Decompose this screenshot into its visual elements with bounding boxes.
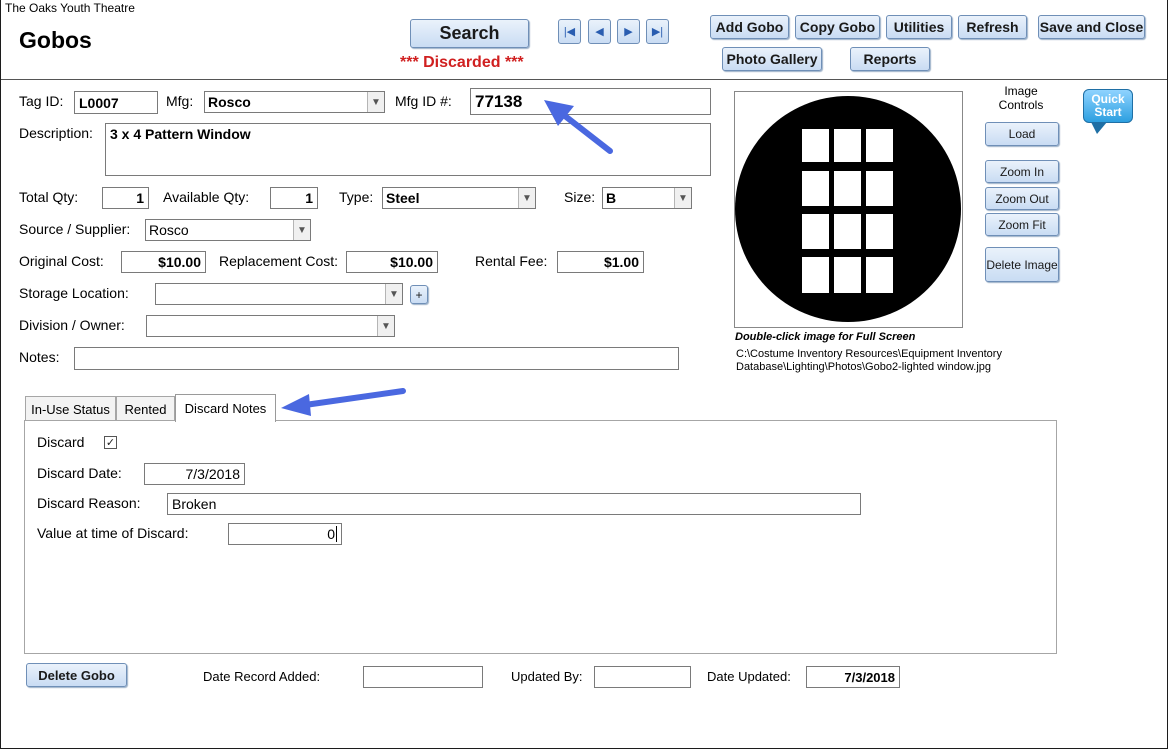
image-controls-title: Image Controls (998, 84, 1044, 112)
form-title: Gobos (19, 27, 92, 53)
discarded-status: *** Discarded *** (400, 54, 524, 71)
copy-gobo-button[interactable]: Copy Gobo (795, 15, 880, 39)
utilities-button[interactable]: Utilities (886, 15, 952, 39)
gobos-form-window: The Oaks Youth Theatre Gobos Search *** … (0, 0, 1168, 749)
load-image-button[interactable]: Load (985, 122, 1059, 146)
zoom-in-button[interactable]: Zoom In (985, 160, 1059, 183)
type-label: Type: (339, 189, 374, 205)
photo-gallery-button[interactable]: Photo Gallery (722, 47, 822, 71)
replacement-cost-label: Replacement Cost: (219, 253, 339, 269)
tab-in-use-status[interactable]: In-Use Status (25, 396, 116, 421)
zoom-fit-button[interactable]: Zoom Fit (985, 213, 1059, 236)
add-storage-location-button[interactable]: + (410, 285, 428, 304)
description-field[interactable]: 3 x 4 Pattern Window (105, 123, 711, 176)
checkmark-icon: ✓ (105, 437, 116, 449)
delete-gobo-button[interactable]: Delete Gobo (26, 663, 127, 687)
tag-id-field[interactable]: L0007 (74, 91, 158, 114)
discard-checkbox[interactable]: ✓ (104, 436, 117, 449)
chevron-down-icon[interactable]: ▼ (367, 92, 384, 112)
image-caption: Double-click image for Full Screen (735, 331, 916, 343)
gobo-image[interactable] (734, 91, 963, 328)
description-label: Description: (19, 125, 93, 141)
original-cost-label: Original Cost: (19, 253, 104, 269)
chevron-down-icon[interactable]: ▼ (293, 220, 310, 240)
discard-value-field[interactable]: 0 (228, 523, 342, 545)
date-record-added-label: Date Record Added: (203, 669, 321, 684)
mfg-combo[interactable]: Rosco ▼ (204, 91, 385, 113)
original-cost-field[interactable]: $10.00 (121, 251, 206, 273)
speech-bubble-tail-icon (1091, 122, 1107, 134)
org-name: The Oaks Youth Theatre (5, 1, 135, 15)
gobo-window-pattern-image (735, 96, 961, 322)
type-combo[interactable]: Steel ▼ (382, 187, 536, 209)
storage-location-label: Storage Location: (19, 285, 129, 301)
source-value: Rosco (149, 222, 189, 238)
notes-label: Notes: (19, 349, 60, 365)
division-owner-combo[interactable]: ▼ (146, 315, 395, 337)
chevron-down-icon[interactable]: ▼ (518, 188, 535, 208)
tab-discard-notes[interactable]: Discard Notes (175, 394, 276, 422)
discard-date-label: Discard Date: (37, 465, 122, 481)
mfg-value: Rosco (208, 94, 251, 110)
replacement-cost-field[interactable]: $10.00 (346, 251, 438, 273)
available-qty-field[interactable]: 1 (270, 187, 318, 209)
type-value: Steel (386, 190, 420, 206)
mfg-label: Mfg: (166, 93, 194, 109)
quick-start-button[interactable]: Quick Start (1083, 89, 1133, 123)
notes-field[interactable] (74, 347, 679, 370)
discard-reason-label: Discard Reason: (37, 495, 141, 511)
rental-fee-label: Rental Fee: (475, 253, 548, 269)
quick-start-label-line2: Start (1094, 105, 1122, 119)
updated-by-field[interactable] (594, 666, 691, 688)
refresh-button[interactable]: Refresh (958, 15, 1027, 39)
discard-date-field[interactable]: 7/3/2018 (144, 463, 245, 485)
date-updated-label: Date Updated: (707, 669, 791, 684)
save-and-close-button[interactable]: Save and Close (1038, 15, 1145, 39)
size-value: B (606, 190, 617, 206)
total-qty-label: Total Qty: (19, 189, 79, 205)
rental-fee-field[interactable]: $1.00 (557, 251, 644, 273)
size-combo[interactable]: B ▼ (602, 187, 692, 209)
updated-by-label: Updated By: (511, 669, 583, 684)
next-record-button[interactable]: ▶ (617, 19, 640, 44)
header-divider (1, 79, 1167, 80)
size-label: Size: (564, 189, 596, 205)
storage-location-combo[interactable]: ▼ (155, 283, 403, 305)
discard-reason-field[interactable]: Broken (167, 493, 861, 515)
search-button[interactable]: Search (410, 19, 529, 48)
delete-image-button[interactable]: Delete Image (985, 247, 1059, 282)
annotation-arrow-icon (281, 388, 406, 416)
previous-record-button[interactable]: ◀ (588, 19, 611, 44)
mfg-id-label: Mfg ID #: (395, 93, 452, 109)
chevron-down-icon[interactable]: ▼ (674, 188, 691, 208)
image-path: C:\Costume Inventory Resources\Equipment… (736, 348, 1002, 373)
add-gobo-button[interactable]: Add Gobo (710, 15, 789, 39)
mfg-id-field[interactable]: 77138 (470, 88, 711, 115)
discard-value-text: 0 (327, 526, 335, 542)
source-combo[interactable]: Rosco ▼ (145, 219, 311, 241)
last-record-icon: ▶| (651, 26, 664, 38)
tag-id-label: Tag ID: (19, 93, 64, 109)
first-record-icon: |◀ (563, 26, 576, 38)
chevron-down-icon[interactable]: ▼ (385, 284, 402, 304)
first-record-button[interactable]: |◀ (558, 19, 581, 44)
date-record-added-field[interactable] (363, 666, 483, 688)
division-owner-label: Division / Owner: (19, 317, 125, 333)
reports-button[interactable]: Reports (850, 47, 930, 71)
discard-label: Discard (37, 434, 85, 450)
previous-record-icon: ◀ (595, 26, 604, 38)
text-cursor (336, 526, 337, 542)
source-label: Source / Supplier: (19, 221, 131, 237)
next-record-icon: ▶ (624, 26, 633, 38)
discard-value-label: Value at time of Discard: (37, 525, 189, 541)
chevron-down-icon[interactable]: ▼ (377, 316, 394, 336)
date-updated-field[interactable]: 7/3/2018 (806, 666, 900, 688)
tab-rented[interactable]: Rented (116, 396, 175, 421)
last-record-button[interactable]: ▶| (646, 19, 669, 44)
total-qty-field[interactable]: 1 (102, 187, 149, 209)
zoom-out-button[interactable]: Zoom Out (985, 187, 1059, 210)
available-qty-label: Available Qty: (163, 189, 250, 205)
